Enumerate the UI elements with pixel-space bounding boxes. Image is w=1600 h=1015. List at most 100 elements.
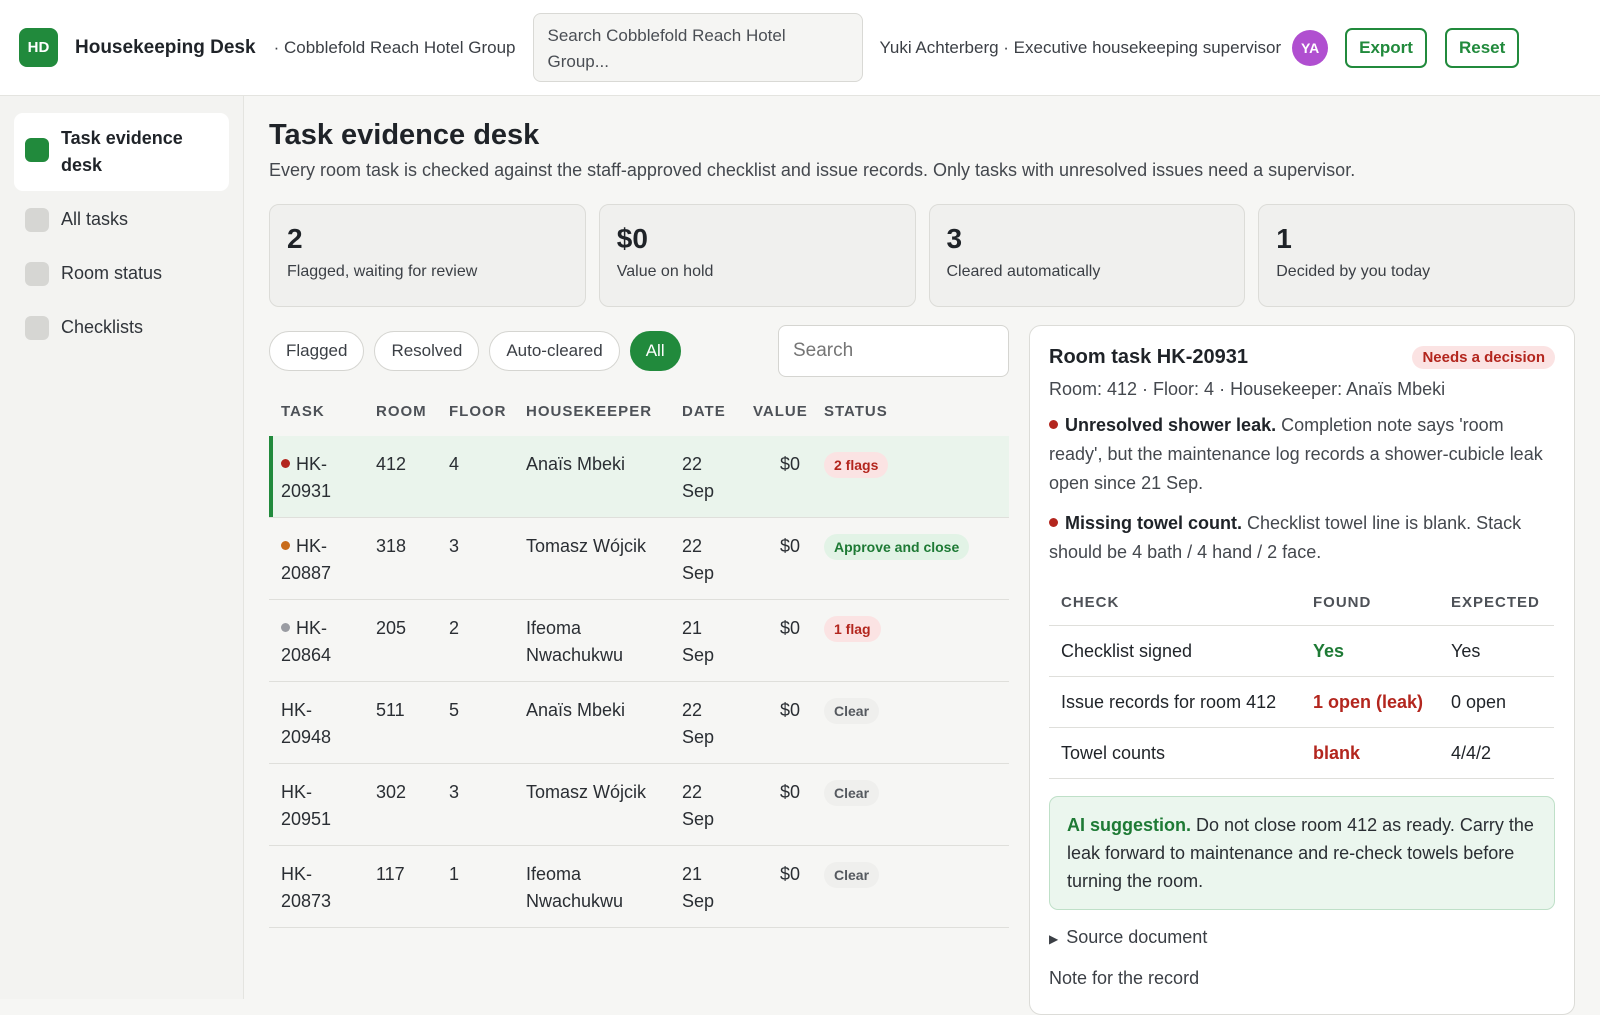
cell-task: HK- 20931 — [269, 436, 364, 518]
column-header-status[interactable]: STATUS — [812, 397, 1009, 436]
cell-value: $0 — [741, 436, 812, 518]
source-document-label: Source document — [1066, 927, 1208, 947]
cell-housekeeper: Anaïs Mbeki — [514, 681, 670, 764]
check-row: Towel counts blank 4/4/2 — [1049, 727, 1554, 779]
avatar[interactable]: YA — [1292, 29, 1329, 66]
cell-status: Clear — [812, 681, 1009, 764]
status-badge: Clear — [824, 698, 880, 724]
stat-card-decided: 1 Decided by you today — [1258, 204, 1575, 307]
sidebar-item-all-tasks[interactable]: All tasks — [14, 194, 229, 245]
table-row[interactable]: HK- 20887 318 3 Tomasz Wójcik 22 Sep $0 Approve … — [269, 517, 1009, 600]
stat-label: Cleared automatically — [946, 263, 1101, 280]
cell-status: Clear — [812, 845, 1009, 928]
table-row[interactable]: HK- 20931 412 4 Anaïs Mbeki 22 Sep $0 2 flags — [269, 436, 1009, 518]
stat-value: 3 — [946, 223, 963, 254]
cell-floor: 3 — [437, 763, 514, 846]
column-header-housekeeper[interactable]: HOUSEKEEPER — [514, 397, 670, 436]
cell-date: 22 Sep — [670, 517, 741, 600]
sidebar-item-label: Room status — [61, 263, 163, 283]
detail-meta: Room: 412 · Floor: 4 · Housekeeper: Anaï… — [1049, 379, 1446, 399]
table-header-row: TASK ROOM FLOOR HOUSEKEEPER DATE VALUE S… — [269, 397, 1009, 436]
task-id-part: 20873 — [281, 891, 332, 911]
column-header-expected: EXPECTED — [1439, 588, 1554, 626]
task-id-part: 20931 — [281, 481, 332, 501]
status-dot-icon — [281, 458, 290, 468]
column-header-date[interactable]: DATE — [670, 397, 741, 436]
column-header-task[interactable]: TASK — [269, 397, 364, 436]
page-title: Task evidence desk — [269, 119, 540, 151]
cell-status: Approve and close — [812, 517, 1009, 600]
app-title: Housekeeping Desk — [75, 36, 256, 58]
cell-housekeeper: Ifeoma Nwachukwu — [514, 599, 670, 682]
issue-dot-icon — [1049, 419, 1058, 429]
column-header-floor[interactable]: FLOOR — [437, 397, 514, 436]
cell-housekeeper: Tomasz Wójcik — [514, 517, 670, 600]
ai-suggestion-box: AI suggestion. Do not close room 412 as … — [1049, 796, 1555, 910]
status-dot-icon — [281, 622, 290, 632]
sidebar-item-room-status[interactable]: Room status — [14, 248, 229, 299]
sidebar-item-task-evidence-desk[interactable]: Task evidence desk — [14, 113, 229, 191]
filter-chip-all[interactable]: All — [629, 331, 681, 371]
table-row[interactable]: HK- 20948 511 5 Anaïs Mbeki 22 Sep $0 Clear — [269, 681, 1009, 764]
ai-suggestion-label: AI suggestion. — [1067, 815, 1192, 835]
issue-headline: Missing towel count. — [1065, 513, 1243, 533]
check-found: blank — [1301, 727, 1439, 779]
nav-square-icon — [25, 208, 49, 232]
sidebar-item-checklists[interactable]: Checklists — [14, 302, 229, 353]
check-name: Checklist signed — [1049, 625, 1301, 677]
nav-square-icon — [25, 316, 49, 340]
table-row[interactable]: HK- 20873 117 1 Ifeoma Nwachukwu 21 Sep $0 Clear — [269, 845, 1009, 928]
check-expected: 0 open — [1439, 676, 1554, 728]
source-document-toggle[interactable]: ▶ Source document — [1049, 927, 1555, 948]
page-subtitle: Every room task is checked against the s… — [269, 160, 1356, 180]
check-name: Issue records for room 412 — [1049, 676, 1301, 728]
table-search-input[interactable] — [778, 325, 1009, 377]
date-day: 21 — [682, 864, 703, 884]
task-list-column: Flagged Resolved Auto-cleared All TASK R… — [269, 325, 1009, 928]
nav-square-icon — [25, 138, 49, 162]
cell-task: HK- 20864 — [269, 599, 364, 682]
stat-value: $0 — [616, 223, 648, 254]
stat-card-cleared: 3 Cleared automatically — [928, 204, 1246, 307]
task-id-part: HK- — [281, 700, 312, 720]
column-header-value[interactable]: VALUE — [741, 397, 812, 436]
column-header-found: FOUND — [1301, 588, 1439, 626]
status-badge: 1 flag — [824, 616, 881, 642]
table-row[interactable]: HK- 20864 205 2 Ifeoma Nwachukwu 21 Sep $0 1 fla… — [269, 599, 1009, 682]
filter-chip-auto-cleared[interactable]: Auto-cleared — [489, 331, 620, 371]
task-id-part: HK- — [296, 536, 327, 556]
status-badge: Clear — [824, 780, 880, 806]
status-dot-icon — [281, 540, 290, 550]
cell-room: 318 — [364, 517, 437, 600]
table-row[interactable]: HK- 20951 302 3 Tomasz Wójcik 22 Sep $0 Clear — [269, 763, 1009, 846]
task-id-part: 20948 — [281, 727, 332, 747]
stat-label: Flagged, waiting for review — [287, 263, 478, 280]
cell-value: $0 — [741, 763, 812, 846]
date-day: 22 — [682, 782, 703, 802]
cell-date: 22 Sep — [670, 681, 741, 764]
app-logo: HD — [19, 28, 58, 67]
column-header-room[interactable]: ROOM — [364, 397, 437, 436]
filter-chip-resolved[interactable]: Resolved — [374, 331, 480, 371]
cell-value: $0 — [741, 517, 812, 600]
sidebar-item-label: All tasks — [61, 209, 129, 229]
cell-date: 22 Sep — [670, 436, 741, 518]
user-name: Yuki Achterberg · Executive housekeeping… — [879, 37, 1282, 57]
cell-value: $0 — [741, 599, 812, 682]
cell-room: 412 — [364, 436, 437, 518]
disclosure-triangle-icon: ▶ — [1049, 932, 1059, 946]
export-button[interactable]: Export — [1345, 27, 1427, 68]
cell-value: $0 — [741, 681, 812, 764]
check-expected: Yes — [1439, 625, 1554, 677]
global-search-input[interactable]: Search Cobblefold Reach Hotel Group... — [532, 13, 863, 82]
cell-floor: 5 — [437, 681, 514, 764]
issue-dot-icon — [1049, 517, 1058, 527]
status-badge: Clear — [824, 862, 880, 888]
status-badge: Needs a decision — [1412, 346, 1555, 369]
filter-chip-flagged[interactable]: Flagged — [269, 331, 365, 371]
cell-room: 302 — [364, 763, 437, 846]
reset-button[interactable]: Reset — [1444, 27, 1520, 68]
stat-label: Decided by you today — [1276, 263, 1431, 280]
check-row: Checklist signed Yes Yes — [1049, 625, 1554, 677]
cell-floor: 2 — [437, 599, 514, 682]
